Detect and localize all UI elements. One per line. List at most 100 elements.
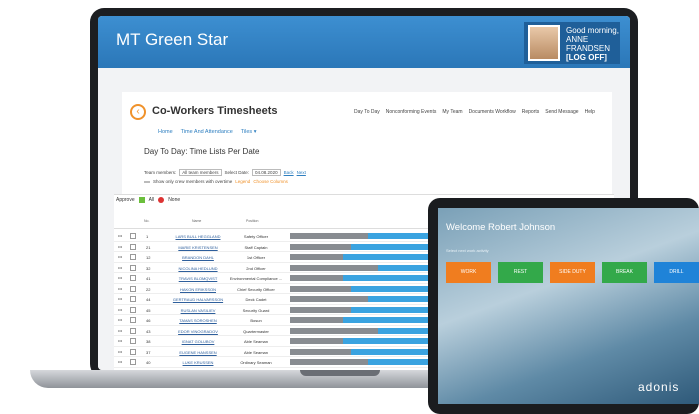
row-menu-icon[interactable]: •••	[118, 307, 122, 312]
nav-reports[interactable]: Reports	[522, 109, 540, 115]
edit-icon[interactable]	[130, 233, 136, 239]
row-number: 46	[146, 318, 151, 323]
crew-position: Environmental Compliance ...	[229, 276, 283, 281]
edit-icon[interactable]	[130, 348, 136, 355]
crew-position: Safety Officer	[243, 234, 269, 239]
overtime-checkbox[interactable]	[144, 180, 150, 183]
edit-icon[interactable]	[130, 306, 136, 313]
crew-position: Staff Captain	[244, 244, 268, 250]
edit-icon[interactable]	[130, 338, 136, 344]
crew-name-link[interactable]: IGNAT GOLUBOV	[170, 339, 226, 344]
crew-name-link[interactable]: LUKE KRUSSEN	[170, 360, 226, 365]
activity-button-break[interactable]: BREAK	[602, 262, 647, 283]
edit-icon[interactable]	[130, 275, 136, 281]
brand-logo: adonis	[638, 380, 680, 394]
breadcrumb-tiles[interactable]: Tiles ▾	[241, 129, 257, 135]
edit-icon[interactable]	[130, 285, 136, 292]
section-title: Day To Day: Time Lists Per Date	[144, 147, 260, 156]
edit-icon[interactable]	[130, 359, 136, 365]
row-menu-icon[interactable]: •••	[118, 275, 122, 280]
all-label[interactable]: All	[149, 197, 155, 203]
edit-icon[interactable]	[130, 296, 136, 302]
crew-position: 1st Officer	[246, 255, 266, 260]
row-number: 12	[146, 255, 151, 260]
edit-icon[interactable]	[130, 264, 136, 271]
crew-name-link[interactable]: BRANDON DAHL	[170, 255, 226, 260]
team-label: Team members:	[144, 170, 177, 175]
row-menu-icon[interactable]: •••	[118, 317, 122, 322]
date-label: Select Date:	[224, 170, 250, 175]
team-select[interactable]: All team members	[179, 169, 222, 176]
welcome-text: Welcome Robert Johnson	[446, 222, 556, 233]
row-number: 45	[146, 307, 151, 313]
nav-documents[interactable]: Documents Workflow	[469, 109, 516, 115]
user-box: Good morning, ANNE FRANDSEN [LOG OFF]	[524, 22, 620, 64]
edit-icon[interactable]	[130, 243, 136, 250]
tablet-frame: Welcome Robert Johnson Select next work …	[428, 198, 699, 414]
crew-name-link[interactable]: GERTRAUD HALVARSSON	[170, 297, 226, 302]
row-menu-icon[interactable]: •••	[118, 233, 122, 238]
row-number: 41	[146, 276, 151, 281]
header-position: Position	[246, 219, 259, 223]
breadcrumb-home[interactable]: Home	[158, 129, 173, 135]
tablet-screen: Welcome Robert Johnson Select next work …	[438, 208, 699, 404]
row-menu-icon[interactable]: •••	[118, 349, 122, 354]
row-menu-icon[interactable]: •••	[118, 265, 122, 270]
row-number: 21	[146, 244, 151, 250]
app-title: MT Green Star	[116, 30, 229, 49]
greeting-text: Good morning, ANNE FRANDSEN	[566, 26, 619, 53]
nav-day-to-day[interactable]: Day To Day	[354, 109, 380, 115]
back-arrow-icon[interactable]: ‹	[130, 104, 146, 120]
close-icon[interactable]	[158, 197, 165, 203]
edit-icon[interactable]	[130, 317, 136, 323]
crew-position: Able Seaman	[243, 349, 268, 355]
filter-bar-2: Show only crew members with overtime Leg…	[144, 179, 288, 184]
row-menu-icon[interactable]: •••	[118, 338, 122, 343]
activity-button-side-duty[interactable]: SIDE DUTY	[550, 262, 595, 283]
nav-nonconforming[interactable]: Nonconforming Events	[386, 109, 437, 115]
row-menu-icon[interactable]: •••	[118, 328, 122, 333]
check-icon[interactable]	[138, 197, 145, 203]
nav-help[interactable]: Help	[585, 109, 595, 115]
crew-name-link[interactable]: EDOR VINOGRADOV	[170, 329, 226, 334]
crew-name-link[interactable]: TAMAS SOROSHEN	[170, 318, 226, 323]
crew-name-link[interactable]: HAKON ERIKSSON	[170, 287, 226, 292]
back-link[interactable]: Back	[284, 170, 294, 175]
activity-prompt: Select next work activity	[446, 248, 489, 253]
crew-position: Bosun	[250, 318, 262, 323]
breadcrumb-time[interactable]: Time And Attendance	[181, 129, 233, 135]
edit-icon[interactable]	[130, 254, 136, 260]
nav-my-team[interactable]: My Team	[442, 109, 462, 115]
row-menu-icon[interactable]: •••	[118, 244, 122, 249]
top-nav: Day To Day Nonconforming Events My Team …	[354, 109, 595, 115]
approve-bar: Approve All None	[116, 197, 180, 203]
activity-button-drill[interactable]: DRILL	[654, 262, 699, 283]
crew-name-link[interactable]: RUSLAN VASILIEV	[170, 308, 226, 313]
none-label[interactable]: None	[168, 197, 180, 203]
row-number: 40	[146, 360, 151, 365]
row-menu-icon[interactable]: •••	[118, 286, 122, 291]
breadcrumb: Home Time And Attendance Tiles ▾	[158, 129, 256, 135]
edit-icon[interactable]	[130, 327, 136, 334]
logoff-link[interactable]: [LOG OFF]	[566, 53, 607, 62]
activity-button-work[interactable]: WORK	[446, 262, 491, 283]
crew-position: Ordinary Seaman	[240, 360, 272, 365]
row-menu-icon[interactable]: •••	[118, 254, 122, 259]
row-menu-icon[interactable]: •••	[118, 296, 122, 301]
approve-label: Approve	[116, 197, 135, 203]
nav-send-message[interactable]: Send Message	[545, 109, 578, 115]
date-input[interactable]: 04.08.2020	[252, 169, 281, 176]
crew-name-link[interactable]: LARS BULL HEGGLAND	[170, 234, 226, 239]
columns-link[interactable]: Choose Columns	[253, 179, 288, 184]
next-link[interactable]: Next	[297, 170, 306, 175]
crew-name-link[interactable]: NICOLINA HEDLUND	[170, 266, 226, 271]
activity-button-rest[interactable]: REST	[498, 262, 543, 283]
crew-name-link[interactable]: TRAVIS BLOMQVIST	[170, 276, 226, 281]
row-menu-icon[interactable]: •••	[118, 359, 122, 364]
row-number: 32	[146, 265, 151, 271]
legend-link[interactable]: Legend	[235, 179, 250, 184]
crew-name-link[interactable]: MARIE KRISTENSEN	[170, 245, 226, 250]
crew-position: Deck Cadet	[245, 297, 267, 302]
row-number: 44	[146, 297, 151, 302]
crew-name-link[interactable]: EUGENE HANSSEN	[170, 350, 226, 355]
